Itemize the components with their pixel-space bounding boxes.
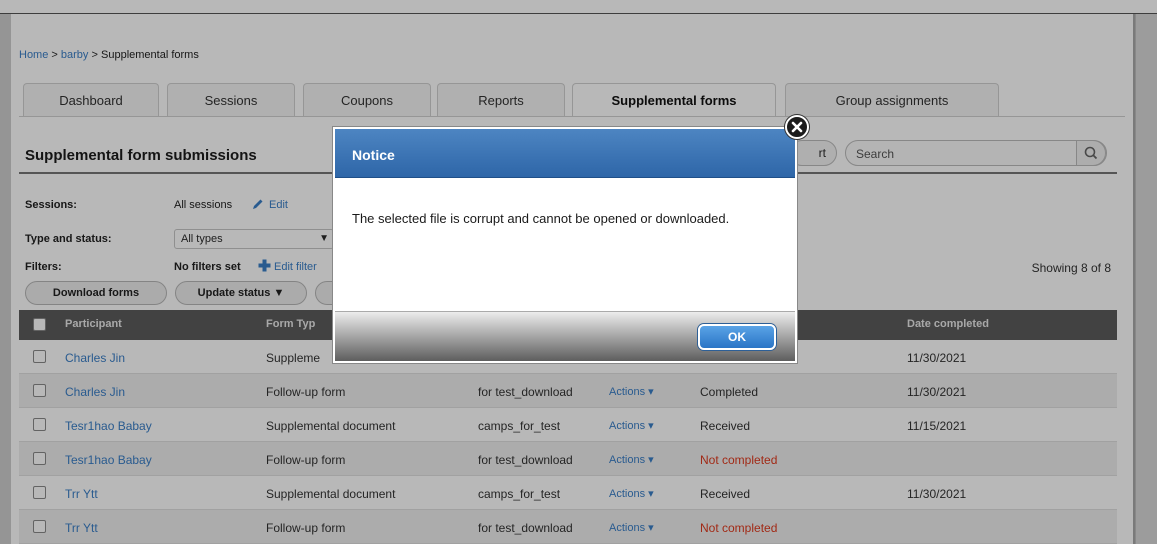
dialog-title: Notice bbox=[352, 147, 395, 163]
notice-dialog: Notice The selected file is corrupt and … bbox=[333, 127, 797, 363]
close-dialog-button[interactable] bbox=[785, 115, 809, 139]
dialog-message: The selected file is corrupt and cannot … bbox=[352, 211, 730, 226]
ok-button[interactable]: OK bbox=[698, 324, 776, 350]
dialog-footer: OK bbox=[335, 311, 795, 361]
close-icon bbox=[791, 121, 803, 133]
dialog-header: Notice bbox=[335, 129, 795, 178]
